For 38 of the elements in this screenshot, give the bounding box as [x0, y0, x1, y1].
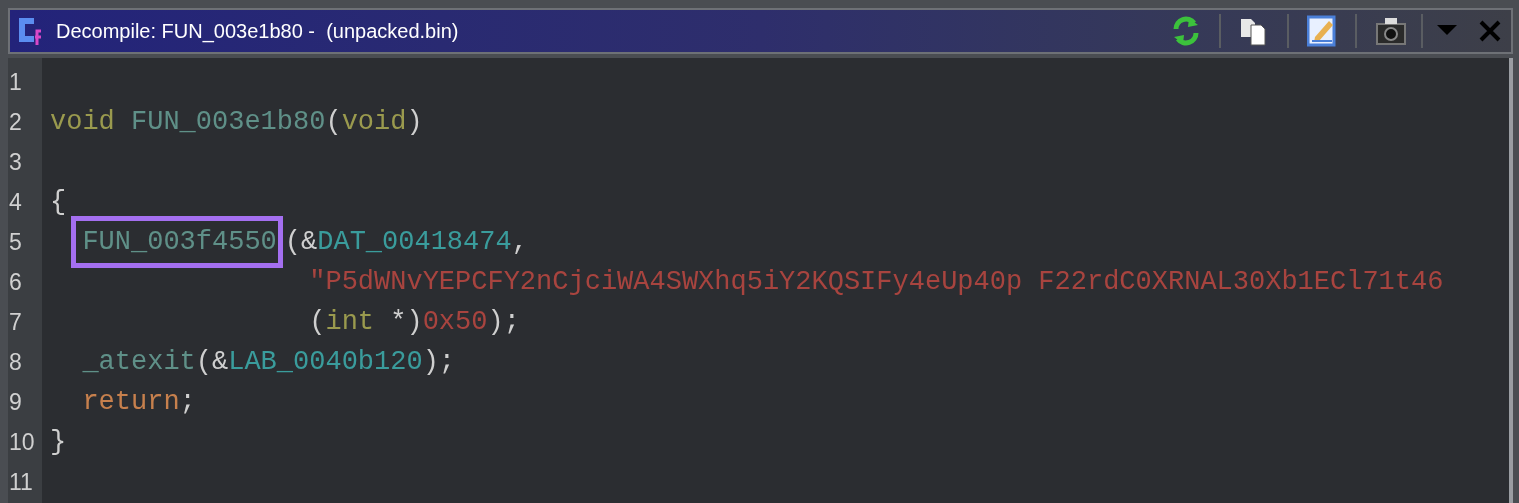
refresh-icon[interactable]	[1171, 14, 1201, 48]
edit-icon[interactable]	[1307, 15, 1337, 47]
code-text: (	[309, 305, 326, 339]
code-text: (&	[195, 345, 229, 379]
line-number: 7	[8, 307, 22, 337]
line-number: 6	[8, 267, 22, 297]
line-number: 5	[8, 227, 22, 257]
window-title: Decompile: FUN_003e1b80 - (unpacked.bin)	[56, 19, 459, 45]
keyword: void	[341, 105, 407, 139]
string-literal: "P5dWNvYEPCFY2nCjciWA4SWXhq5iY2KQSIFy4eUp40p F22rdC0XRNAL30Xb1ECl71t46	[309, 265, 1444, 299]
variable-name[interactable]: LAB_0040b120	[228, 341, 423, 383]
function-name[interactable]: FUN_003f4550	[71, 215, 283, 269]
code-text: )	[406, 105, 423, 139]
keyword: int	[325, 305, 375, 339]
code-text: (	[325, 105, 342, 139]
line-number: 8	[8, 347, 22, 377]
code-text: );	[422, 345, 456, 379]
line-number: 2	[8, 107, 22, 137]
keyword: return	[82, 385, 180, 419]
function-name[interactable]: FUN_003e1b80	[131, 101, 326, 143]
line-number: 9	[8, 387, 22, 417]
function-name[interactable]: _atexit	[82, 341, 196, 383]
code-text: *)	[389, 305, 423, 339]
line-number: 3	[8, 147, 22, 177]
code-text: {	[50, 185, 67, 219]
code-text: }	[50, 425, 67, 459]
variable-name[interactable]: DAT_00418474	[317, 221, 512, 263]
line-number: 1	[8, 67, 22, 97]
keyword: void	[50, 105, 115, 139]
code-text: );	[487, 305, 520, 339]
number-literal: 0x50	[422, 305, 488, 339]
code-text: (&	[284, 225, 318, 259]
line-number: 10	[8, 427, 35, 457]
line-number: 4	[8, 187, 22, 217]
line-number: 11	[8, 467, 33, 497]
code-text: ,	[511, 225, 528, 259]
code-text: ;	[179, 385, 196, 419]
camera-icon[interactable]	[1375, 15, 1407, 47]
